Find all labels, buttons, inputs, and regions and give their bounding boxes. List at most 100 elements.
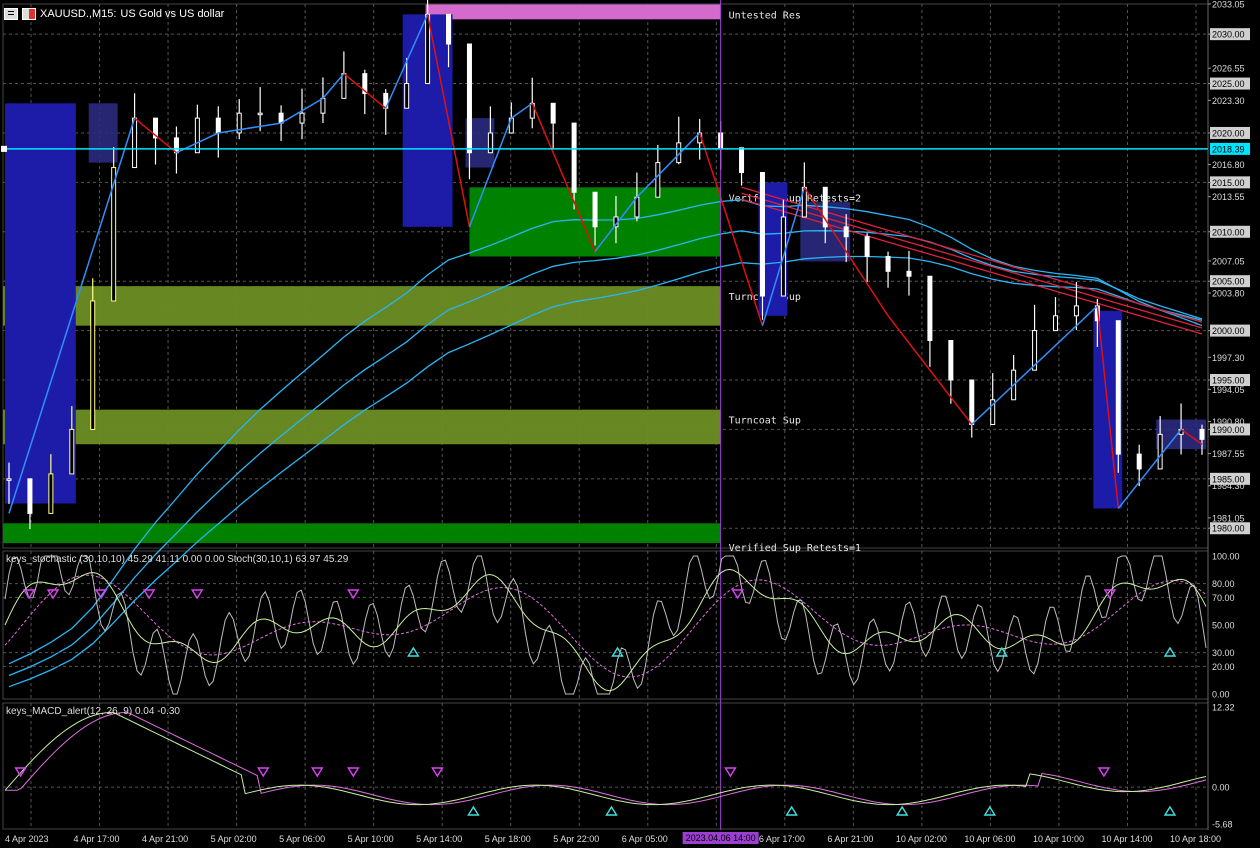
zigzag-segment [218,122,282,134]
candle-body [173,137,179,154]
candle-body [299,112,305,124]
current-price-label: 2018.39 [1212,144,1245,154]
candle-body [927,275,933,341]
macd-main-line [4,711,1207,806]
candle-body [571,122,577,193]
stoch-axis-label: 30.00 [1212,648,1235,658]
price-axis-label: 1980.00 [1212,524,1245,534]
candle-body [1115,320,1121,455]
macd-sell-arrow-icon [347,767,360,778]
time-axis-label: 4 Apr 21:00 [142,834,188,844]
sr-zone-2 [3,286,721,326]
stoch-axis-label: 0.00 [1212,690,1230,700]
price-axis-label: 2023.30 [1212,96,1245,106]
moving-average-red [741,198,1203,335]
time-axis-label: 10 Apr 14:00 [1101,834,1152,844]
macd-buy-arrow-icon [895,805,909,816]
macd-axis-label: 0.00 [1212,783,1230,793]
time-axis-label: 4 Apr 2023 [5,834,49,844]
candle-body [215,117,221,134]
stoch-axis-label: 70.00 [1212,593,1235,603]
price-axis-label: 2020.00 [1212,128,1245,138]
macd-pane-frame [2,702,1209,830]
stoch-axis-label: 100.00 [1212,552,1240,562]
time-axis-label: 10 Apr 10:00 [1033,834,1084,844]
sr-zone-label: Turncoat Sup [729,416,801,427]
price-axis-label: 2016.80 [1212,160,1245,170]
time-axis-label: 6 Apr 17:00 [759,834,805,844]
time-axis-label: 10 Apr 02:00 [896,834,947,844]
macd-buy-arrow-icon [785,805,798,816]
macd-sell-arrow-icon [256,767,270,778]
stoch-buy-arrow-icon [407,646,420,657]
time-axis-label: 6 Apr 05:00 [622,834,668,844]
candle-body [759,171,765,297]
stoch-axis-label: 80.00 [1212,579,1235,589]
candle-body [655,162,661,198]
trading-chart[interactable]: 2033.05 2030.00 2026.55 2025.00 2023.30 2020.… [0,0,1260,848]
candle-body [341,73,347,99]
stochastic-raw-line [4,555,1207,695]
macd-buy-arrow-icon [983,805,997,816]
stoch-sell-arrow-icon [347,589,360,600]
price-axis-label: 2030.00 [1212,30,1245,40]
price-axis-label: 2033.05 [1212,0,1245,10]
candle-body [90,300,96,430]
candle-body [48,473,54,514]
time-axis-label: 10 Apr 18:00 [1170,834,1221,844]
time-axis-label: 5 Apr 22:00 [553,834,599,844]
candle-body [906,270,912,277]
stoch-axis-label: 20.00 [1212,662,1235,672]
price-axis-label: 2007.05 [1212,256,1245,266]
macd-sell-arrow-icon [1097,767,1111,778]
stochastic-main-line [4,568,1207,692]
macd-signal-line [5,711,1207,806]
candle-body [843,226,849,238]
macd-buy-arrow-icon [467,805,480,816]
price-axis-label: 2003.80 [1212,289,1245,299]
stoch-buy-arrow-icon [1163,646,1177,657]
candle-body [592,191,598,228]
time-axis-label: 4 Apr 17:00 [74,834,120,844]
price-bars [6,0,1205,530]
candle-body [69,428,75,475]
zigzag-segment [510,102,533,119]
price-axis-label: 2005.00 [1212,277,1245,287]
candle-body [1136,453,1142,470]
macd-sell-arrow-icon [431,767,444,778]
price-axis-label: 2000.00 [1212,326,1245,336]
sr-zone-label: Untested Res [729,10,801,21]
zigzag-segment [322,73,345,99]
price-axis-label: 2010.00 [1212,227,1245,237]
candle-body [1073,305,1079,317]
stochastic-pane-frame [2,550,1209,700]
time-axis-label: 5 Apr 14:00 [416,834,462,844]
candle-body [466,43,472,154]
macd-axis-label: -5.68 [1212,820,1233,830]
price-line-handle [1,145,7,152]
candle-body [446,13,452,45]
chart-grid-icon[interactable] [4,8,18,20]
candle-body [1052,315,1058,332]
candle-body [257,112,263,116]
candle-body [1157,433,1163,470]
macd-axis-label: 12.32 [1212,703,1235,713]
macd-indicator-title: keys_MACD_alert(12, 26, 9) 0.04 -0.30 [6,706,180,717]
candle-body [739,147,745,173]
time-axis-label: 10 Apr 06:00 [964,834,1015,844]
candle-body [27,478,33,514]
stochastic-indicator-title: keys_stochastic (30,10,10) 45.29 41.11 0… [6,554,349,565]
stoch-sell-arrow-icon [142,589,156,600]
main-pane-frame [2,3,1209,549]
candle-body [320,97,326,114]
stoch-sell-arrow-icon [731,589,744,600]
time-axis-label: 5 Apr 10:00 [348,834,394,844]
chart-title-bar: XAUUSD.,M15: US Gold vs US dollar [4,5,224,23]
stoch-sell-arrow-icon [22,589,36,600]
candle-body [550,102,556,124]
price-axis-label: 2013.55 [1212,192,1245,202]
symbol-description: US Gold vs US dollar [120,8,225,20]
price-axis-label: 1984.30 [1212,481,1245,491]
sr-zone-label: Verified Sup Retests=1 [729,543,861,554]
macd-sell-arrow-icon [724,767,737,778]
